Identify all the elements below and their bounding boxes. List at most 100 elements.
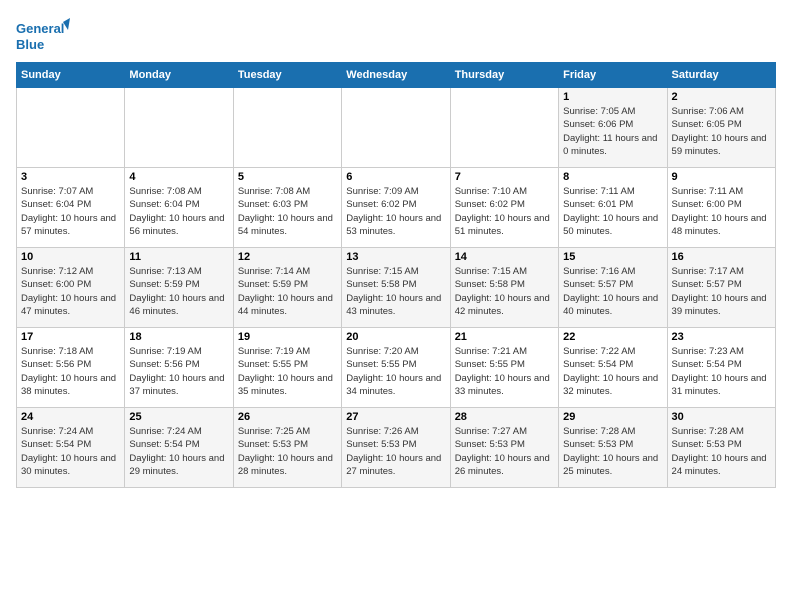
weekday-header: Monday [125, 63, 233, 88]
calendar-cell [17, 88, 125, 168]
day-info: Sunrise: 7:15 AMSunset: 5:58 PMDaylight:… [455, 265, 554, 318]
day-info: Sunrise: 7:24 AMSunset: 5:54 PMDaylight:… [21, 425, 120, 478]
day-info: Sunrise: 7:12 AMSunset: 6:00 PMDaylight:… [21, 265, 120, 318]
calendar-week-row: 10 Sunrise: 7:12 AMSunset: 6:00 PMDayligh… [17, 248, 776, 328]
calendar-cell: 9 Sunrise: 7:11 AMSunset: 6:00 PMDaylight… [667, 168, 775, 248]
day-info: Sunrise: 7:28 AMSunset: 5:53 PMDaylight:… [563, 425, 662, 478]
day-info: Sunrise: 7:18 AMSunset: 5:56 PMDaylight:… [21, 345, 120, 398]
calendar-week-row: 17Sunrise: 7:18 AMSunset: 5:56 PMDayligh… [17, 328, 776, 408]
day-number: 30 [672, 411, 771, 423]
day-number: 20 [346, 331, 445, 343]
day-info: Sunrise: 7:13 AMSunset: 5:59 PMDaylight:… [129, 265, 228, 318]
day-info: Sunrise: 7:11 AMSunset: 6:01 PMDaylight:… [563, 185, 662, 238]
day-info: Sunrise: 7:25 AMSunset: 5:53 PMDaylight:… [238, 425, 337, 478]
calendar-cell: 1 Sunrise: 7:05 AMSunset: 6:06 PMDaylight… [559, 88, 667, 168]
weekday-header-row: SundayMondayTuesdayWednesdayThursdayFrid… [17, 63, 776, 88]
calendar-cell: 30 Sunrise: 7:28 AMSunset: 5:53 PMDayligh… [667, 408, 775, 488]
day-number: 11 [129, 251, 228, 263]
day-number: 10 [21, 251, 120, 263]
calendar-cell: 5 Sunrise: 7:08 AMSunset: 6:03 PMDaylight… [233, 168, 341, 248]
day-number: 13 [346, 251, 445, 263]
day-number: 9 [672, 171, 771, 183]
weekday-header: Tuesday [233, 63, 341, 88]
day-number: 18 [129, 331, 228, 343]
day-number: 15 [563, 251, 662, 263]
calendar-week-row: 24 Sunrise: 7:24 AMSunset: 5:54 PMDayligh… [17, 408, 776, 488]
calendar-table: SundayMondayTuesdayWednesdayThursdayFrid… [16, 62, 776, 488]
calendar-cell: 27Sunrise: 7:26 AMSunset: 5:53 PMDayligh… [342, 408, 450, 488]
day-number: 14 [455, 251, 554, 263]
calendar-cell [125, 88, 233, 168]
calendar-week-row: 3 Sunrise: 7:07 AMSunset: 6:04 PMDaylight… [17, 168, 776, 248]
calendar-cell: 21 Sunrise: 7:21 AMSunset: 5:55 PMDayligh… [450, 328, 558, 408]
day-info: Sunrise: 7:21 AMSunset: 5:55 PMDaylight:… [455, 345, 554, 398]
calendar-cell: 15 Sunrise: 7:16 AMSunset: 5:57 PMDayligh… [559, 248, 667, 328]
day-number: 8 [563, 171, 662, 183]
svg-text:General: General [16, 21, 64, 36]
day-info: Sunrise: 7:16 AMSunset: 5:57 PMDaylight:… [563, 265, 662, 318]
calendar-cell: 3 Sunrise: 7:07 AMSunset: 6:04 PMDaylight… [17, 168, 125, 248]
day-number: 26 [238, 411, 337, 423]
calendar-cell [450, 88, 558, 168]
weekday-header: Saturday [667, 63, 775, 88]
weekday-header: Friday [559, 63, 667, 88]
day-number: 6 [346, 171, 445, 183]
calendar-cell: 10 Sunrise: 7:12 AMSunset: 6:00 PMDayligh… [17, 248, 125, 328]
calendar-cell: 28 Sunrise: 7:27 AMSunset: 5:53 PMDayligh… [450, 408, 558, 488]
day-info: Sunrise: 7:28 AMSunset: 5:53 PMDaylight:… [672, 425, 771, 478]
calendar-cell: 20 Sunrise: 7:20 AMSunset: 5:55 PMDayligh… [342, 328, 450, 408]
calendar-cell: 12 Sunrise: 7:14 AMSunset: 5:59 PMDayligh… [233, 248, 341, 328]
day-number: 22 [563, 331, 662, 343]
day-number: 2 [672, 91, 771, 103]
day-number: 23 [672, 331, 771, 343]
day-info: Sunrise: 7:08 AMSunset: 6:03 PMDaylight:… [238, 185, 337, 238]
svg-text:Blue: Blue [16, 37, 44, 52]
calendar-cell: 29 Sunrise: 7:28 AMSunset: 5:53 PMDayligh… [559, 408, 667, 488]
day-number: 19 [238, 331, 337, 343]
calendar-cell: 2Sunrise: 7:06 AMSunset: 6:05 PMDaylight… [667, 88, 775, 168]
day-number: 12 [238, 251, 337, 263]
day-info: Sunrise: 7:17 AMSunset: 5:57 PMDaylight:… [672, 265, 771, 318]
page-header: General Blue [16, 16, 776, 54]
logo-svg: General Blue [16, 16, 71, 54]
calendar-cell: 4 Sunrise: 7:08 AMSunset: 6:04 PMDaylight… [125, 168, 233, 248]
day-number: 5 [238, 171, 337, 183]
calendar-cell: 26 Sunrise: 7:25 AMSunset: 5:53 PMDayligh… [233, 408, 341, 488]
calendar-cell: 19Sunrise: 7:19 AMSunset: 5:55 PMDayligh… [233, 328, 341, 408]
calendar-cell [342, 88, 450, 168]
day-number: 24 [21, 411, 120, 423]
calendar-cell: 18 Sunrise: 7:19 AMSunset: 5:56 PMDayligh… [125, 328, 233, 408]
day-number: 1 [563, 91, 662, 103]
day-info: Sunrise: 7:19 AMSunset: 5:56 PMDaylight:… [129, 345, 228, 398]
calendar-cell: 14 Sunrise: 7:15 AMSunset: 5:58 PMDayligh… [450, 248, 558, 328]
weekday-header: Sunday [17, 63, 125, 88]
day-info: Sunrise: 7:24 AMSunset: 5:54 PMDaylight:… [129, 425, 228, 478]
day-info: Sunrise: 7:05 AMSunset: 6:06 PMDaylight:… [563, 105, 662, 158]
calendar-cell [233, 88, 341, 168]
day-number: 4 [129, 171, 228, 183]
calendar-cell: 13 Sunrise: 7:15 AMSunset: 5:58 PMDayligh… [342, 248, 450, 328]
day-info: Sunrise: 7:08 AMSunset: 6:04 PMDaylight:… [129, 185, 228, 238]
day-number: 28 [455, 411, 554, 423]
day-info: Sunrise: 7:22 AMSunset: 5:54 PMDaylight:… [563, 345, 662, 398]
logo: General Blue [16, 16, 71, 54]
day-info: Sunrise: 7:27 AMSunset: 5:53 PMDaylight:… [455, 425, 554, 478]
calendar-cell: 24 Sunrise: 7:24 AMSunset: 5:54 PMDayligh… [17, 408, 125, 488]
day-info: Sunrise: 7:20 AMSunset: 5:55 PMDaylight:… [346, 345, 445, 398]
day-number: 29 [563, 411, 662, 423]
day-info: Sunrise: 7:15 AMSunset: 5:58 PMDaylight:… [346, 265, 445, 318]
day-info: Sunrise: 7:14 AMSunset: 5:59 PMDaylight:… [238, 265, 337, 318]
calendar-week-row: 1 Sunrise: 7:05 AMSunset: 6:06 PMDaylight… [17, 88, 776, 168]
day-info: Sunrise: 7:26 AMSunset: 5:53 PMDaylight:… [346, 425, 445, 478]
calendar-cell: 25Sunrise: 7:24 AMSunset: 5:54 PMDayligh… [125, 408, 233, 488]
calendar-cell: 23 Sunrise: 7:23 AMSunset: 5:54 PMDayligh… [667, 328, 775, 408]
day-info: Sunrise: 7:07 AMSunset: 6:04 PMDaylight:… [21, 185, 120, 238]
day-info: Sunrise: 7:10 AMSunset: 6:02 PMDaylight:… [455, 185, 554, 238]
day-number: 21 [455, 331, 554, 343]
day-info: Sunrise: 7:11 AMSunset: 6:00 PMDaylight:… [672, 185, 771, 238]
calendar-cell: 17Sunrise: 7:18 AMSunset: 5:56 PMDayligh… [17, 328, 125, 408]
day-number: 3 [21, 171, 120, 183]
day-number: 7 [455, 171, 554, 183]
day-info: Sunrise: 7:23 AMSunset: 5:54 PMDaylight:… [672, 345, 771, 398]
day-number: 16 [672, 251, 771, 263]
